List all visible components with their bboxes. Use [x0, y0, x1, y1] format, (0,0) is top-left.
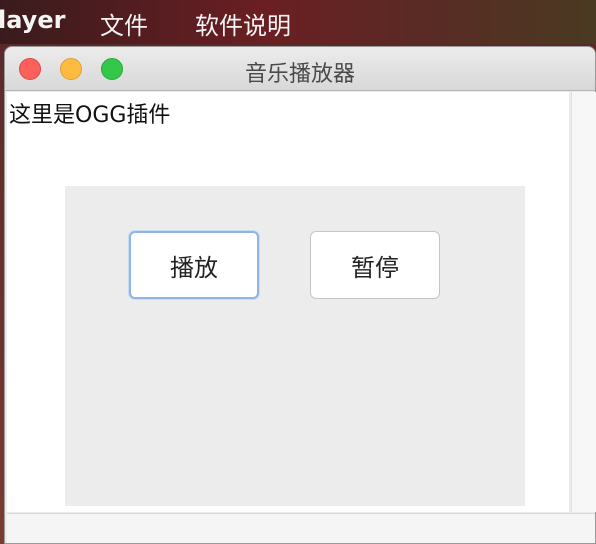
- player-window: 音乐播放器 这里是OGG插件 播放 暂停: [4, 46, 596, 544]
- window-title: 音乐播放器: [244, 62, 355, 87]
- window-content: 这里是OGG插件 播放 暂停: [7, 92, 569, 512]
- title-bar[interactable]: 音乐播放器: [5, 47, 595, 91]
- bottom-strip: [7, 513, 595, 543]
- menu-help[interactable]: 软件说明: [195, 6, 291, 41]
- app-menu[interactable]: layer: [0, 6, 65, 34]
- menu-file[interactable]: 文件: [100, 6, 148, 41]
- play-button[interactable]: 播放: [129, 231, 259, 299]
- controls-panel: 播放 暂停: [65, 186, 525, 506]
- plugin-label: 这里是OGG插件: [9, 103, 171, 128]
- side-strip: [571, 92, 596, 512]
- pause-button[interactable]: 暂停: [310, 231, 440, 299]
- menu-bar: layer 文件 软件说明: [0, 0, 596, 44]
